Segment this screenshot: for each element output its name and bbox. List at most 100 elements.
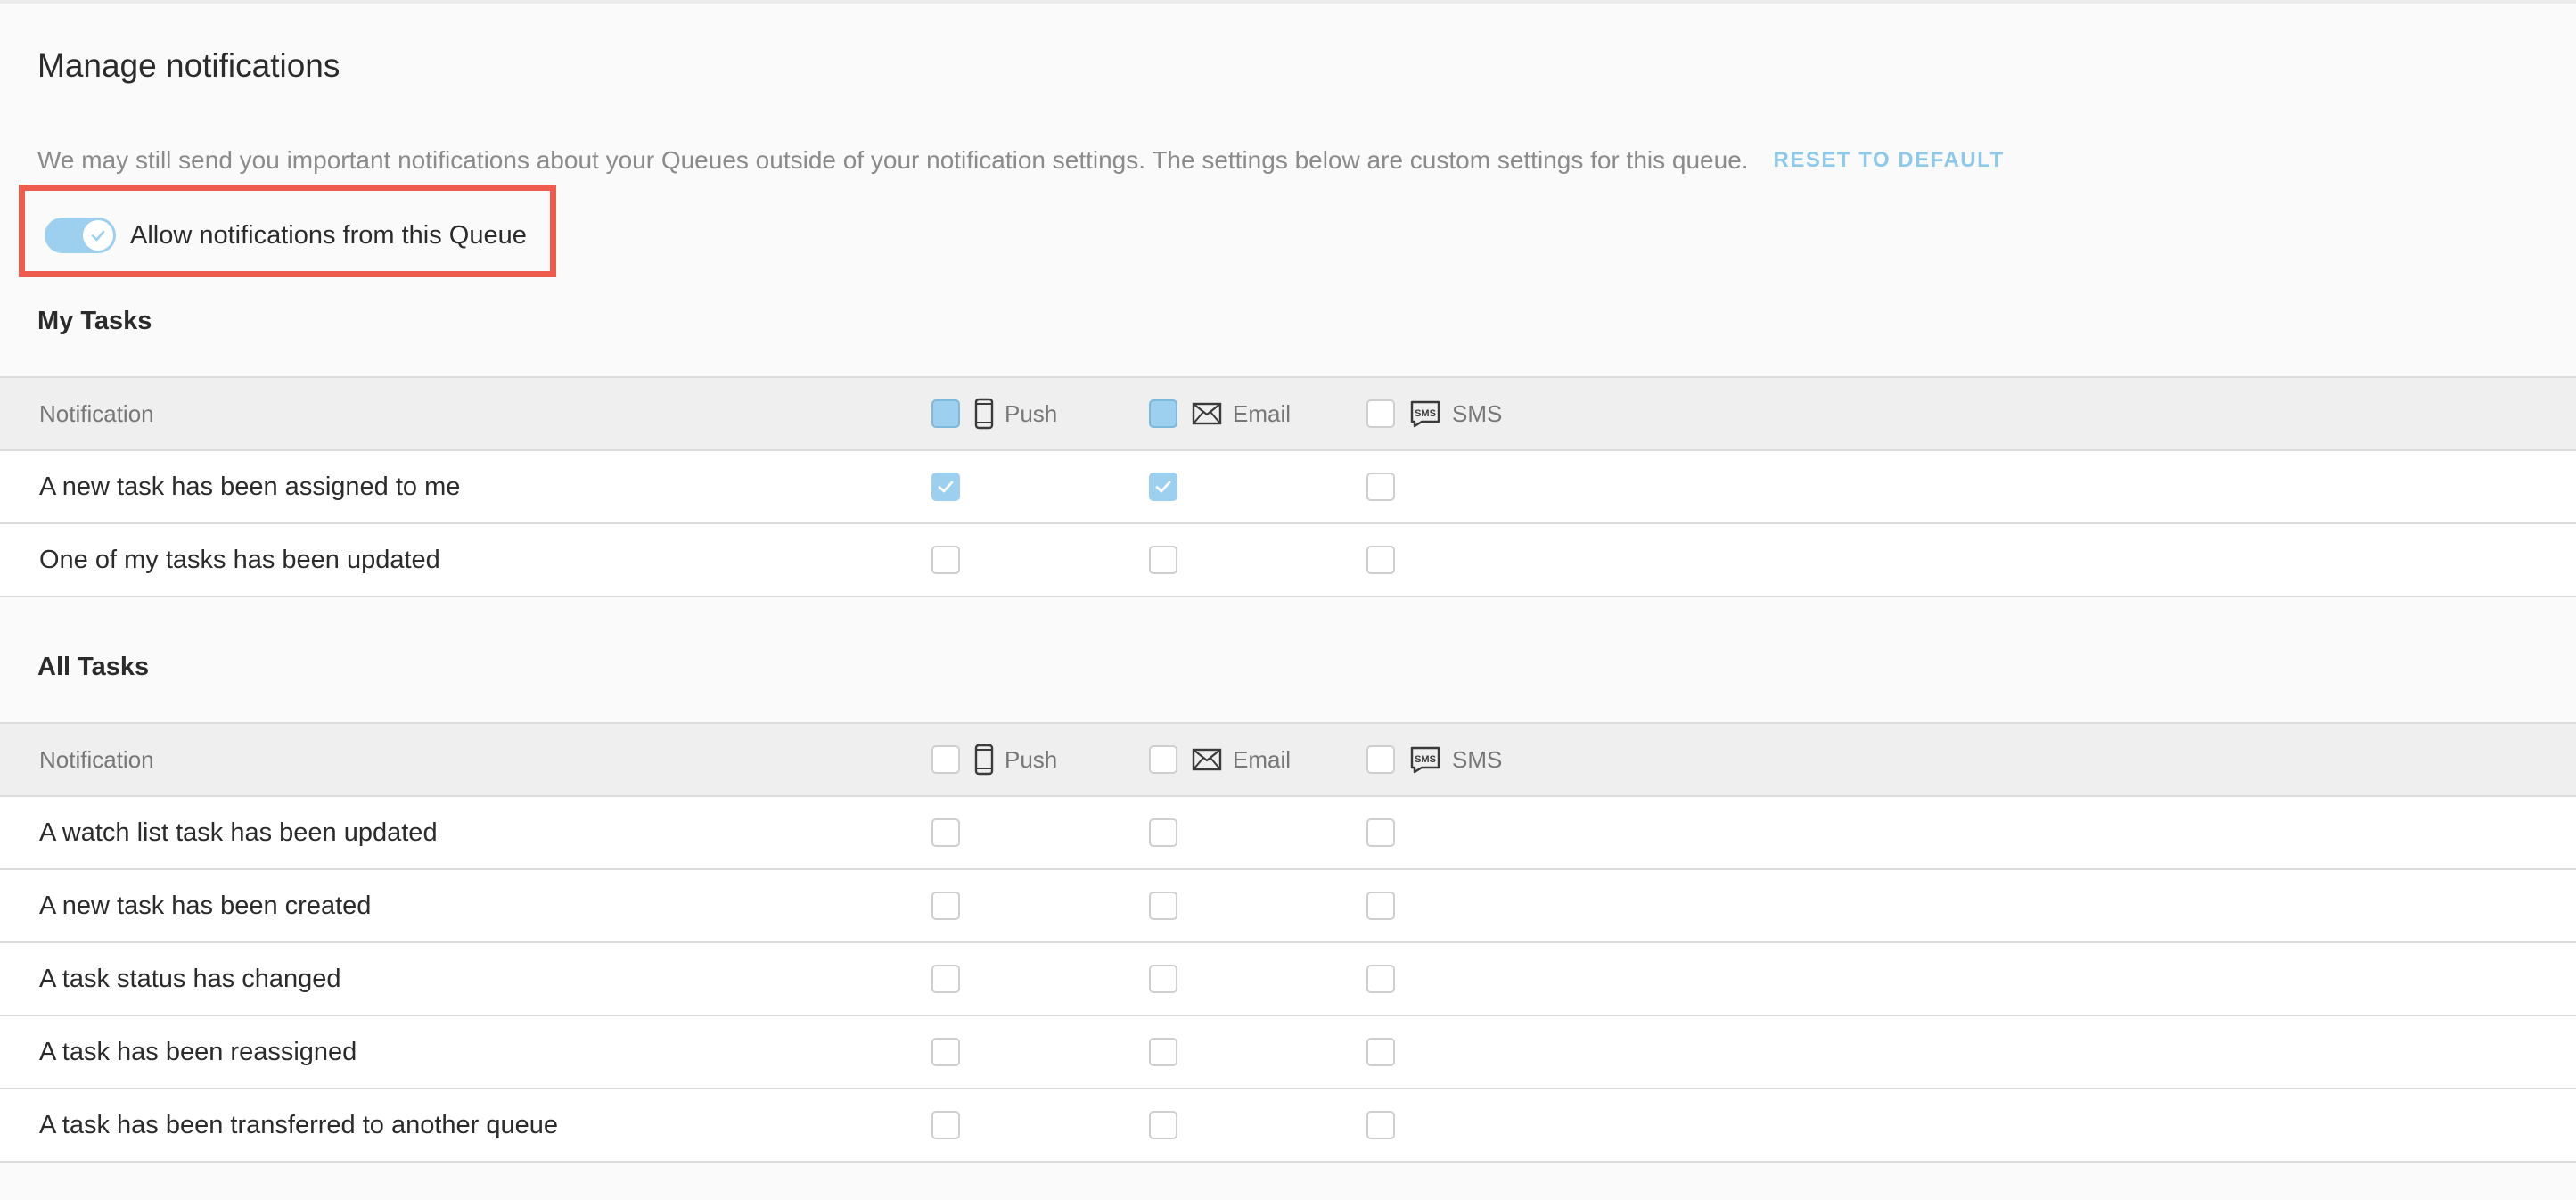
notification-label: A watch list task has been updated: [39, 818, 438, 847]
toggle-knob: [83, 220, 113, 251]
push-column-label: Push: [1005, 399, 1058, 427]
notification-label: A task has been reassigned: [39, 1038, 357, 1066]
email-checkbox[interactable]: [1149, 892, 1177, 920]
notification-label: A new task has been assigned to me: [39, 473, 461, 501]
email-cell: [1149, 1089, 1177, 1161]
email-checkbox[interactable]: [1149, 473, 1177, 501]
push-column-header: Push: [931, 724, 1057, 795]
allow-notifications-toggle[interactable]: [45, 218, 116, 253]
sms-cell: [1366, 1089, 1395, 1161]
push-cell: [931, 451, 960, 522]
sms-icon: SMS: [1409, 745, 1441, 774]
table-row: A new task has been created: [0, 870, 2576, 943]
sms-cell: [1366, 451, 1395, 522]
email-cell: [1149, 943, 1177, 1015]
table-row: One of my tasks has been updated: [0, 524, 2576, 597]
push-cell: [931, 870, 960, 941]
svg-text:SMS: SMS: [1415, 754, 1436, 765]
section-title-all-tasks: All Tasks: [37, 653, 150, 681]
my-tasks-table: Notification Push Email SMS SMS A new task ha…: [0, 376, 2576, 597]
notification-label: A task status has changed: [39, 965, 341, 993]
sms-checkbox[interactable]: [1366, 818, 1395, 847]
sms-checkbox[interactable]: [1366, 892, 1395, 920]
sms-cell: [1366, 943, 1395, 1015]
sms-column-label: SMS: [1452, 745, 1503, 773]
check-icon: [938, 481, 954, 493]
check-icon: [91, 230, 105, 242]
sms-checkbox[interactable]: [1366, 473, 1395, 501]
email-cell: [1149, 451, 1177, 522]
email-checkbox[interactable]: [1149, 1038, 1177, 1066]
table-header: Notification Push Email SMS SMS: [0, 722, 2576, 797]
phone-icon: [974, 398, 994, 430]
top-divider: [0, 0, 2576, 4]
push-cell: [931, 943, 960, 1015]
sms-checkbox[interactable]: [1366, 1111, 1395, 1139]
sms-checkbox[interactable]: [1366, 1038, 1395, 1066]
push-cell: [931, 1016, 960, 1088]
select-all-email-checkbox[interactable]: [1149, 399, 1177, 428]
intro-row: We may still send you important notifica…: [37, 143, 2005, 178]
sms-icon: SMS: [1409, 399, 1441, 428]
sms-column-header: SMS SMS: [1366, 724, 1502, 795]
notification-label: A task has been transferred to another q…: [39, 1111, 559, 1139]
email-checkbox[interactable]: [1149, 546, 1177, 574]
select-all-push-checkbox[interactable]: [931, 399, 960, 428]
phone-icon: [974, 744, 994, 776]
table-header: Notification Push Email SMS SMS: [0, 376, 2576, 451]
email-cell: [1149, 797, 1177, 868]
sms-cell: [1366, 797, 1395, 868]
select-all-email-checkbox[interactable]: [1149, 745, 1177, 774]
notification-label: One of my tasks has been updated: [39, 546, 440, 574]
email-cell: [1149, 524, 1177, 596]
page-title: Manage notifications: [37, 47, 340, 84]
table-row: A task has been transferred to another q…: [0, 1089, 2576, 1163]
sms-cell: [1366, 870, 1395, 941]
push-cell: [931, 1089, 960, 1161]
push-cell: [931, 524, 960, 596]
sms-cell: [1366, 524, 1395, 596]
section-title-my-tasks: My Tasks: [37, 307, 152, 335]
notification-column-header: Notification: [39, 400, 154, 427]
sms-checkbox[interactable]: [1366, 965, 1395, 993]
all-tasks-table: Notification Push Email SMS SMS A watch list …: [0, 722, 2576, 1163]
push-checkbox[interactable]: [931, 546, 960, 574]
push-column-label: Push: [1005, 745, 1058, 773]
email-column-header: Email: [1149, 724, 1291, 795]
svg-text:SMS: SMS: [1415, 408, 1436, 419]
select-all-sms-checkbox[interactable]: [1366, 745, 1395, 774]
push-checkbox[interactable]: [931, 965, 960, 993]
email-cell: [1149, 870, 1177, 941]
push-cell: [931, 797, 960, 868]
push-checkbox[interactable]: [931, 892, 960, 920]
email-checkbox[interactable]: [1149, 818, 1177, 847]
check-icon: [1155, 481, 1171, 493]
allow-notifications-row: Allow notifications from this Queue: [45, 214, 527, 257]
notification-column-header: Notification: [39, 746, 154, 773]
email-cell: [1149, 1016, 1177, 1088]
envelope-icon: [1192, 402, 1222, 425]
table-row: A new task has been assigned to me: [0, 451, 2576, 524]
allow-notifications-label: Allow notifications from this Queue: [130, 220, 527, 250]
push-checkbox[interactable]: [931, 1038, 960, 1066]
table-row: A watch list task has been updated: [0, 797, 2576, 870]
notification-label: A new task has been created: [39, 892, 372, 920]
select-all-sms-checkbox[interactable]: [1366, 399, 1395, 428]
sms-cell: [1366, 1016, 1395, 1088]
table-row: A task has been reassigned: [0, 1016, 2576, 1089]
email-column-header: Email: [1149, 378, 1291, 449]
sms-checkbox[interactable]: [1366, 546, 1395, 574]
envelope-icon: [1192, 748, 1222, 771]
sms-column-label: SMS: [1452, 399, 1503, 427]
table-row: A task status has changed: [0, 943, 2576, 1016]
select-all-push-checkbox[interactable]: [931, 745, 960, 774]
email-checkbox[interactable]: [1149, 965, 1177, 993]
email-checkbox[interactable]: [1149, 1111, 1177, 1139]
intro-text: We may still send you important notifica…: [37, 146, 1749, 174]
push-checkbox[interactable]: [931, 818, 960, 847]
push-checkbox[interactable]: [931, 473, 960, 501]
email-column-label: Email: [1233, 745, 1292, 773]
email-column-label: Email: [1233, 399, 1292, 427]
reset-to-default-link[interactable]: RESET TO DEFAULT: [1774, 148, 2005, 173]
push-checkbox[interactable]: [931, 1111, 960, 1139]
